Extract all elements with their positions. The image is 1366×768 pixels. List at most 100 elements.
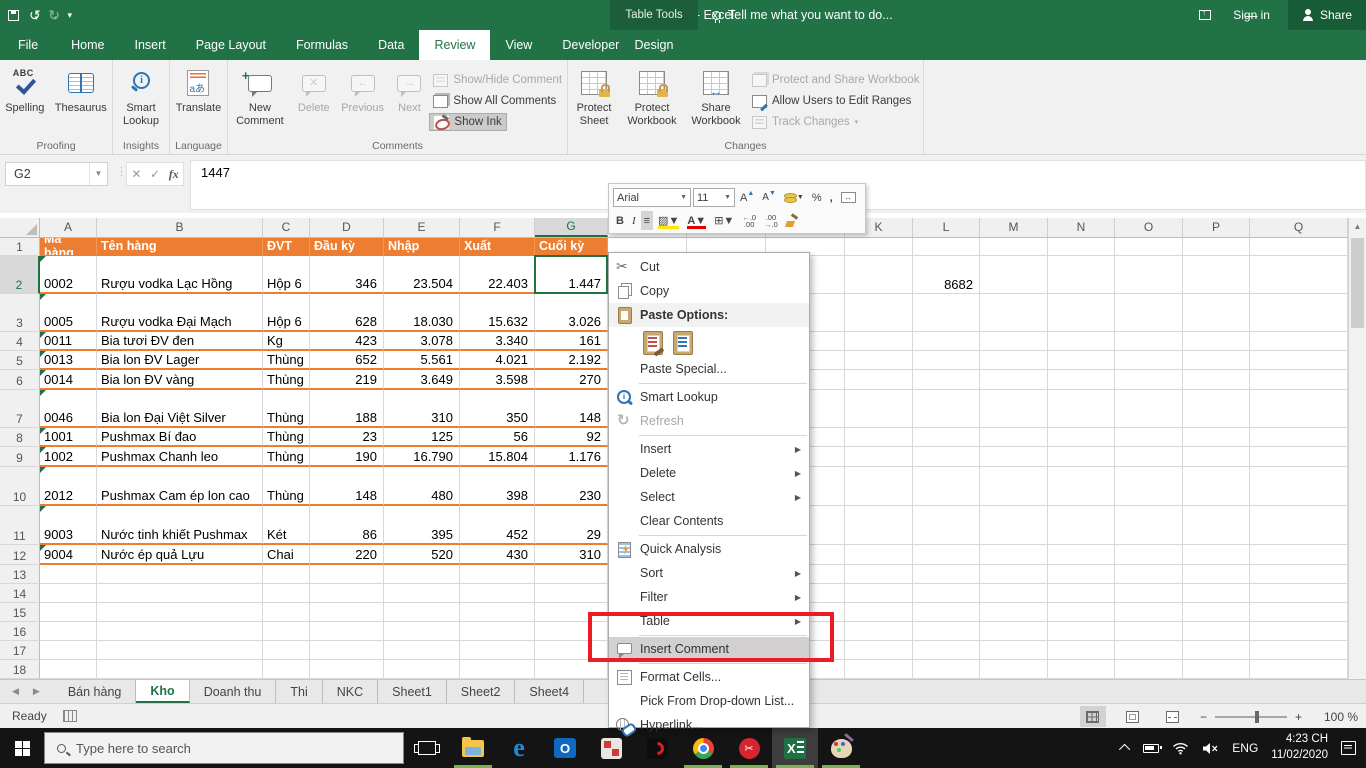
menu-item-smart-lookup[interactable]: Smart Lookup xyxy=(609,385,809,409)
cell-Q8[interactable] xyxy=(1250,428,1348,447)
tab-home[interactable]: Home xyxy=(56,30,119,60)
cell-L7[interactable] xyxy=(913,390,980,428)
cell-G10[interactable]: 230 xyxy=(535,467,608,506)
name-box[interactable]: G2 ▼ xyxy=(5,162,108,186)
row-header-13[interactable]: 13 xyxy=(0,565,40,584)
cell-K16[interactable] xyxy=(845,622,913,641)
cell-O3[interactable] xyxy=(1115,294,1183,332)
cell-L12[interactable] xyxy=(913,545,980,565)
cell-Q2[interactable] xyxy=(1250,256,1348,294)
cell-Q6[interactable] xyxy=(1250,370,1348,390)
fill-color-icon[interactable]: ▨ ▼ xyxy=(655,211,682,230)
cell-C16[interactable] xyxy=(263,622,310,641)
cell-A4[interactable]: 0011 xyxy=(40,332,97,351)
column-header-L[interactable]: L xyxy=(913,218,980,237)
cell-Q15[interactable] xyxy=(1250,603,1348,622)
cell-G18[interactable] xyxy=(535,660,608,679)
row-header-9[interactable]: 9 xyxy=(0,447,40,467)
cell-B3[interactable]: Rượu vodka Đại Mạch xyxy=(97,294,263,332)
italic-icon[interactable]: I xyxy=(629,211,639,230)
cell-N11[interactable] xyxy=(1048,506,1115,545)
cell-E17[interactable] xyxy=(384,641,460,660)
cell-L2[interactable]: 8682 xyxy=(913,256,980,294)
cell-C5[interactable]: Thùng xyxy=(263,351,310,370)
cell-F10[interactable]: 398 xyxy=(460,467,535,506)
cell-M11[interactable] xyxy=(980,506,1048,545)
cell-G9[interactable]: 1.176 xyxy=(535,447,608,467)
cell-D11[interactable]: 86 xyxy=(310,506,384,545)
cell-D10[interactable]: 148 xyxy=(310,467,384,506)
cell-E15[interactable] xyxy=(384,603,460,622)
cell-M8[interactable] xyxy=(980,428,1048,447)
cell-N3[interactable] xyxy=(1048,294,1115,332)
cell-A14[interactable] xyxy=(40,584,97,603)
taskbar-search-input[interactable]: Type here to search xyxy=(44,732,404,764)
cell-C13[interactable] xyxy=(263,565,310,584)
cell-C11[interactable]: Két xyxy=(263,506,310,545)
row-header-15[interactable]: 15 xyxy=(0,603,40,622)
cell-B5[interactable]: Bia lon ĐV Lager xyxy=(97,351,263,370)
cell-D2[interactable]: 346 xyxy=(310,256,384,294)
row-header-11[interactable]: 11 xyxy=(0,506,40,545)
sign-in-button[interactable]: Sign in xyxy=(1233,8,1270,22)
cell-O2[interactable] xyxy=(1115,256,1183,294)
cell-Q7[interactable] xyxy=(1250,390,1348,428)
show-hide-comment-button[interactable]: Show/Hide Comment xyxy=(429,71,567,89)
cell-D4[interactable]: 423 xyxy=(310,332,384,351)
cell-N1[interactable] xyxy=(1048,238,1115,256)
menu-item-clear-contents[interactable]: Clear Contents xyxy=(609,509,809,533)
menu-item-quick-analysis[interactable]: Quick Analysis xyxy=(609,537,809,561)
cell-B10[interactable]: Pushmax Cam ép lon cao xyxy=(97,467,263,506)
merge-center-icon[interactable]: ↔ xyxy=(838,188,859,207)
sheet-tab-sheet2[interactable]: Sheet2 xyxy=(447,680,516,703)
cell-P17[interactable] xyxy=(1183,641,1250,660)
column-header-D[interactable]: D xyxy=(310,218,384,237)
cell-Q16[interactable] xyxy=(1250,622,1348,641)
cell-C7[interactable]: Thùng xyxy=(263,390,310,428)
cell-A11[interactable]: 9003 xyxy=(40,506,97,545)
cell-L11[interactable] xyxy=(913,506,980,545)
cell-A1[interactable]: Mã hàng xyxy=(40,238,97,256)
cell-O17[interactable] xyxy=(1115,641,1183,660)
cell-B18[interactable] xyxy=(97,660,263,679)
cell-G12[interactable]: 310 xyxy=(535,545,608,565)
column-header-O[interactable]: O xyxy=(1115,218,1183,237)
cell-F7[interactable]: 350 xyxy=(460,390,535,428)
spelling-button[interactable]: Spelling xyxy=(5,63,44,115)
cell-Q17[interactable] xyxy=(1250,641,1348,660)
cell-M18[interactable] xyxy=(980,660,1048,679)
cell-M10[interactable] xyxy=(980,467,1048,506)
cell-M2[interactable] xyxy=(980,256,1048,294)
column-header-B[interactable]: B xyxy=(97,218,263,237)
cell-E5[interactable]: 5.561 xyxy=(384,351,460,370)
menu-item-pick-from-drop-down-list[interactable]: Pick From Drop-down List... xyxy=(609,689,809,713)
cell-L5[interactable] xyxy=(913,351,980,370)
cell-B4[interactable]: Bia tươi ĐV đen xyxy=(97,332,263,351)
cell-M7[interactable] xyxy=(980,390,1048,428)
row-header-2[interactable]: 2 xyxy=(0,256,40,294)
cell-K18[interactable] xyxy=(845,660,913,679)
normal-view-button[interactable] xyxy=(1079,706,1106,727)
cell-G14[interactable] xyxy=(535,584,608,603)
row-header-5[interactable]: 5 xyxy=(0,351,40,370)
show-ink-button[interactable]: Show Ink xyxy=(429,113,507,131)
cell-O12[interactable] xyxy=(1115,545,1183,565)
vertical-scroll-thumb[interactable] xyxy=(1351,238,1364,328)
column-header-C[interactable]: C xyxy=(263,218,310,237)
row-header-17[interactable]: 17 xyxy=(0,641,40,660)
cell-O14[interactable] xyxy=(1115,584,1183,603)
cell-Q1[interactable] xyxy=(1250,238,1348,256)
action-center-icon[interactable] xyxy=(1341,741,1356,755)
cell-B2[interactable]: Rượu vodka Lạc Hồng xyxy=(97,256,263,294)
cell-M5[interactable] xyxy=(980,351,1048,370)
cell-G16[interactable] xyxy=(535,622,608,641)
cell-P4[interactable] xyxy=(1183,332,1250,351)
cell-F14[interactable] xyxy=(460,584,535,603)
translate-button[interactable]: Translate xyxy=(176,63,221,115)
cell-G6[interactable]: 270 xyxy=(535,370,608,390)
sheet-tab-b-n-h-ng[interactable]: Bán hàng xyxy=(54,680,137,703)
sheet-tab-sheet1[interactable]: Sheet1 xyxy=(378,680,447,703)
cell-G4[interactable]: 161 xyxy=(535,332,608,351)
cell-P1[interactable] xyxy=(1183,238,1250,256)
menu-item-table[interactable]: Table ▶ xyxy=(609,609,809,633)
